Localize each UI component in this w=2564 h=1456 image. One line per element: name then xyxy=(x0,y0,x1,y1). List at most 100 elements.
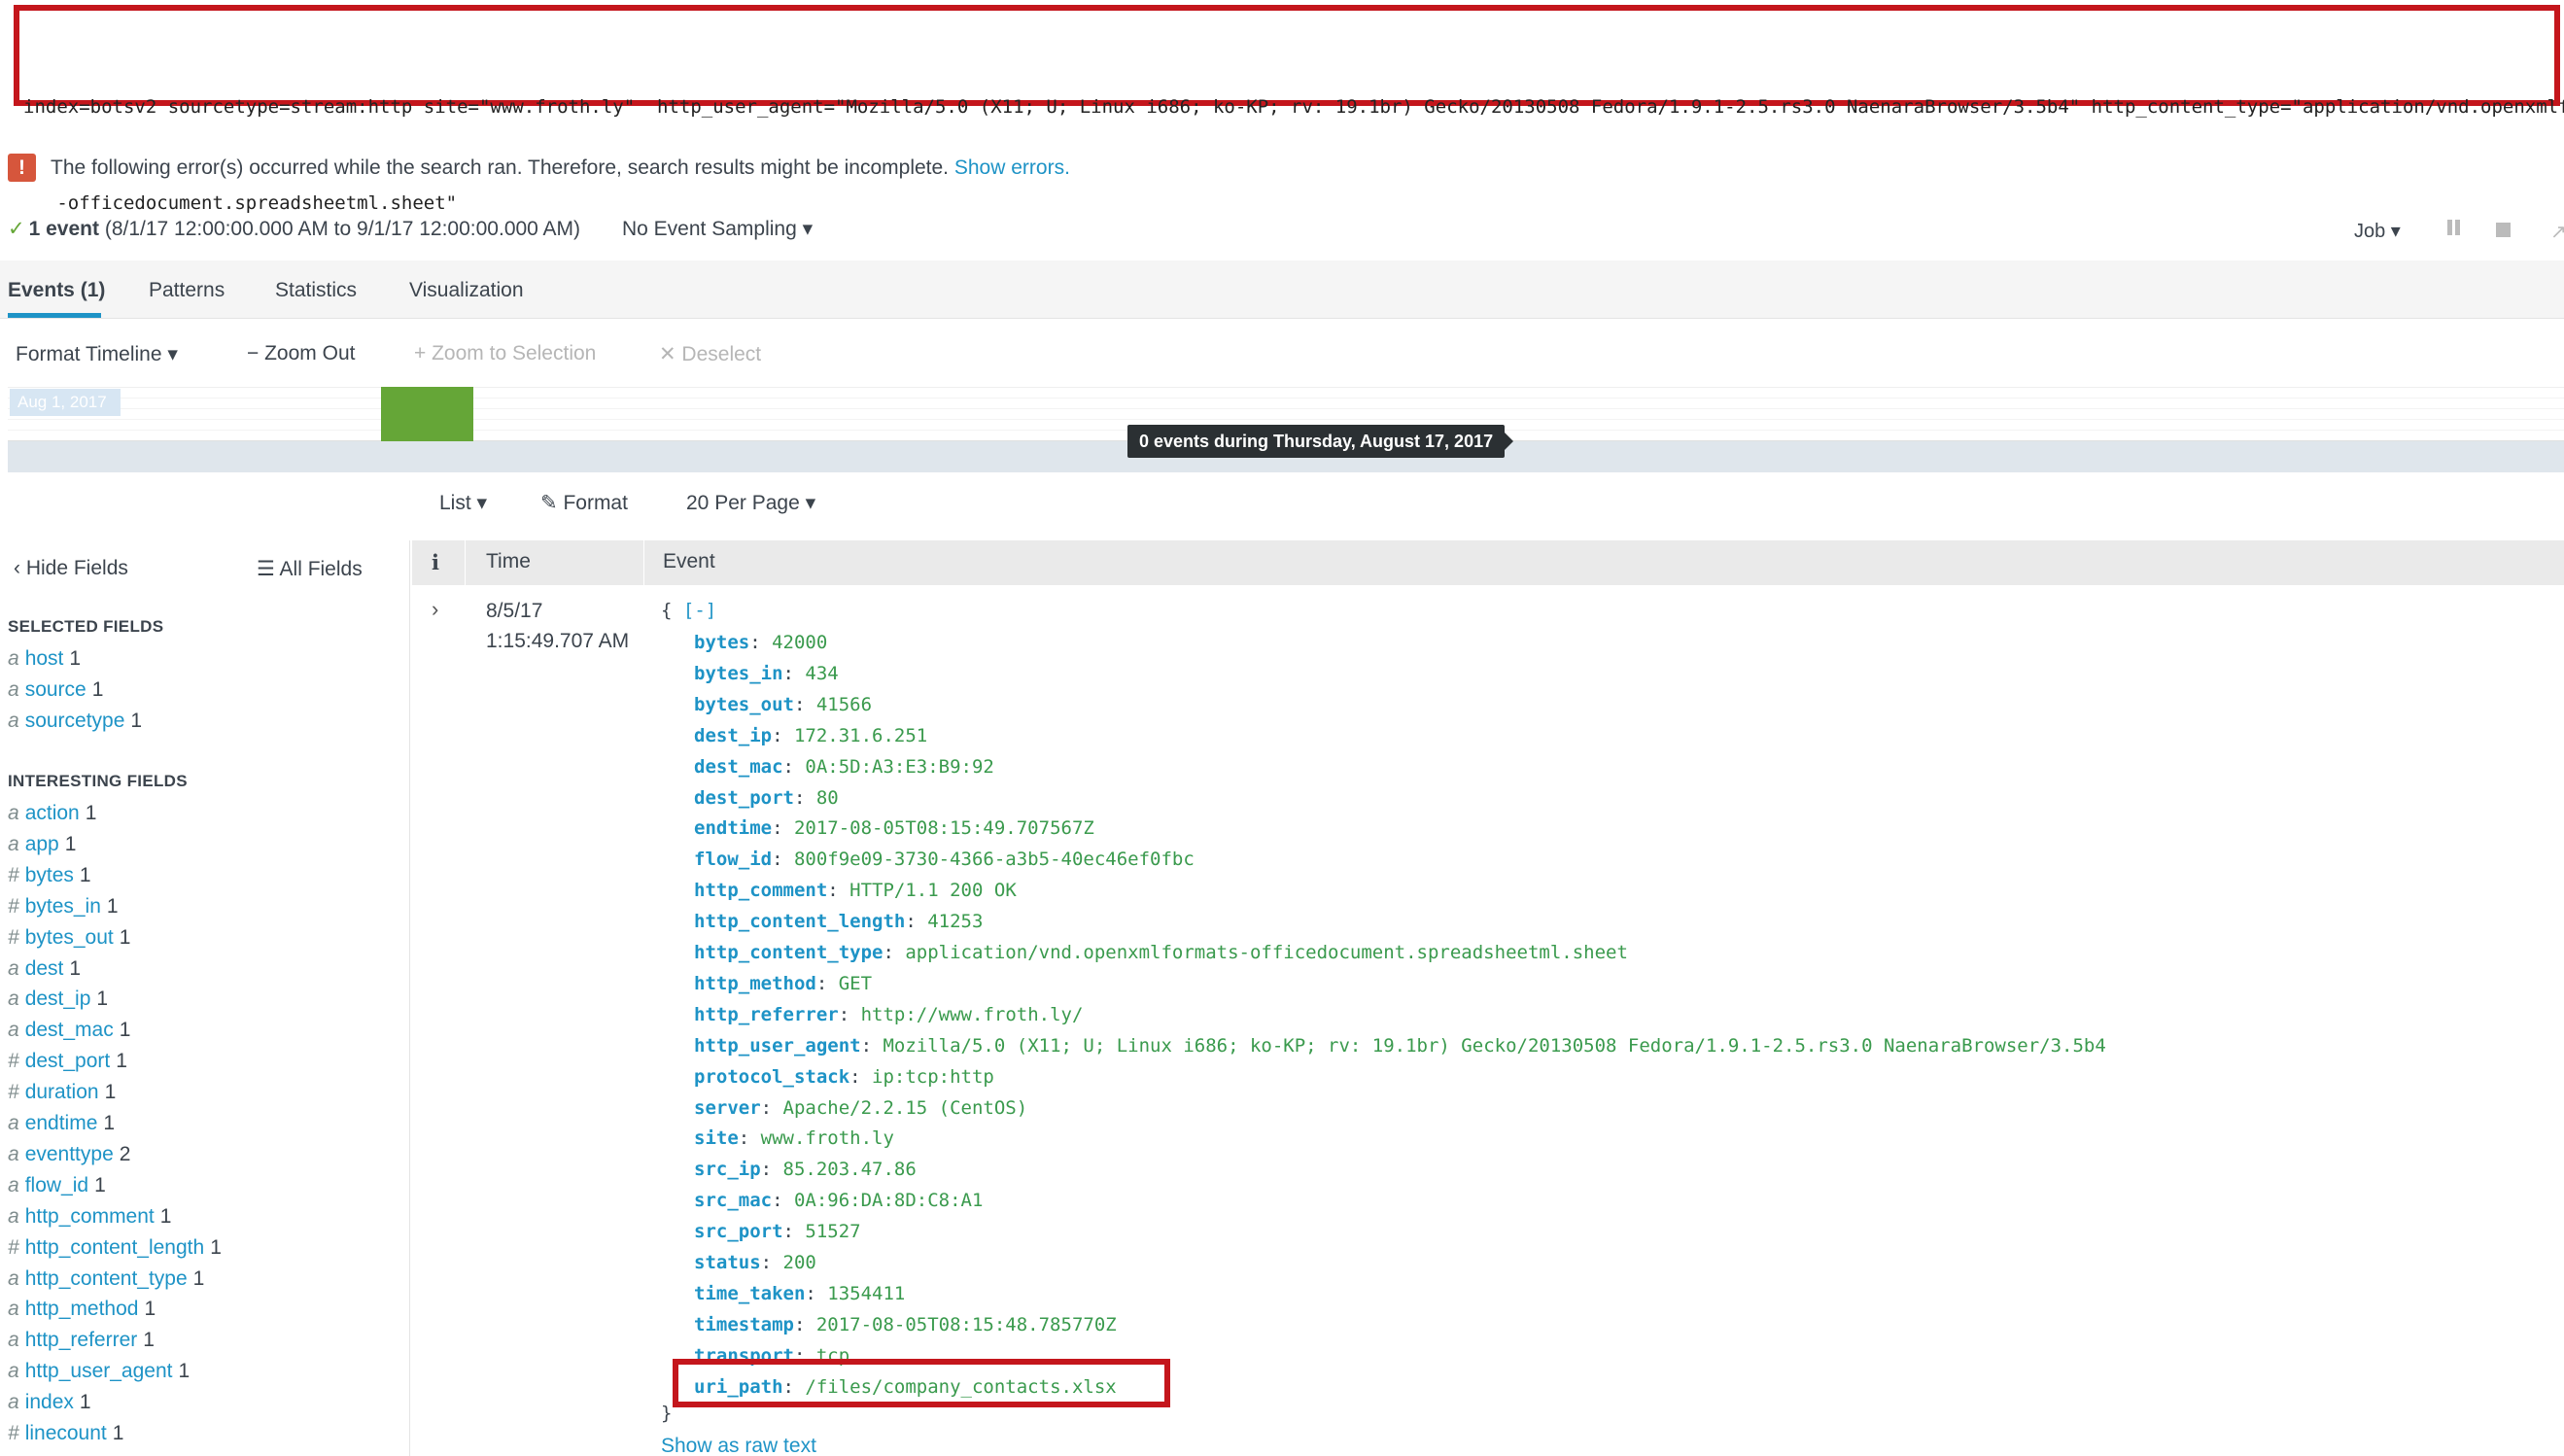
field-value[interactable]: 41253 xyxy=(927,911,983,932)
field-key[interactable]: time_taken xyxy=(694,1283,805,1304)
field-value[interactable]: 2017-08-05T08:15:49.707567Z xyxy=(794,817,1094,839)
field-item[interactable]: # linecount 1 xyxy=(8,1418,123,1449)
field-item[interactable]: a http_user_agent 1 xyxy=(8,1356,190,1387)
event-field-http-user-agent: http_user_agent: Mozilla/5.0 (X11; U; Li… xyxy=(694,1030,2106,1061)
timeline-bar[interactable] xyxy=(381,387,473,441)
tab-statistics[interactable]: Statistics xyxy=(275,279,357,302)
field-item[interactable]: # bytes 1 xyxy=(8,860,91,891)
field-key[interactable]: protocol_stack xyxy=(694,1066,849,1088)
field-value[interactable]: 0A:96:DA:8D:C8:A1 xyxy=(794,1190,983,1211)
field-item[interactable]: a source 1 xyxy=(8,675,103,706)
show-raw-text-link[interactable]: Show as raw text xyxy=(661,1435,816,1456)
field-item[interactable]: a dest_ip 1 xyxy=(8,984,108,1015)
all-fields-button[interactable]: ☰ All Fields xyxy=(257,557,363,581)
field-item[interactable]: # dest_port 1 xyxy=(8,1046,127,1077)
field-value[interactable]: 434 xyxy=(805,663,838,684)
json-collapse-toggle[interactable]: [-] xyxy=(683,600,716,621)
field-value[interactable]: GET xyxy=(839,973,872,994)
field-item[interactable]: a dest 1 xyxy=(8,953,81,985)
field-item[interactable]: a http_referrer 1 xyxy=(8,1325,155,1356)
format-label: Format xyxy=(563,492,628,514)
tab-events[interactable]: Events (1) xyxy=(8,279,105,302)
time-column-header[interactable]: Time xyxy=(486,550,531,573)
field-key[interactable]: http_comment xyxy=(694,880,827,901)
field-value[interactable]: 1354411 xyxy=(827,1283,905,1304)
field-key[interactable]: flow_id xyxy=(694,849,772,870)
field-item[interactable]: a host 1 xyxy=(8,643,81,675)
field-value[interactable]: 0A:5D:A3:E3:B9:92 xyxy=(805,756,993,778)
field-key[interactable]: timestamp xyxy=(694,1314,794,1335)
field-item[interactable]: a index 1 xyxy=(8,1387,91,1418)
field-key[interactable]: endtime xyxy=(694,817,772,839)
show-errors-link[interactable]: Show errors. xyxy=(954,156,1070,179)
field-key[interactable]: src_mac xyxy=(694,1190,772,1211)
zoom-out-button[interactable]: − Zoom Out xyxy=(247,342,355,365)
field-key[interactable]: dest_port xyxy=(694,787,794,809)
field-item[interactable]: # bytes_out 1 xyxy=(8,922,130,953)
field-value[interactable]: 80 xyxy=(816,787,839,809)
field-key[interactable]: bytes_out xyxy=(694,694,794,715)
field-key[interactable]: site xyxy=(694,1127,739,1149)
field-key[interactable]: src_ip xyxy=(694,1159,761,1180)
tab-visualization[interactable]: Visualization xyxy=(409,279,524,302)
field-key[interactable]: http_user_agent xyxy=(694,1035,861,1057)
field-key[interactable]: http_referrer xyxy=(694,1004,839,1025)
field-item[interactable]: a endtime 1 xyxy=(8,1108,115,1139)
field-item[interactable]: # bytes_in 1 xyxy=(8,891,119,922)
deselect-button[interactable]: ✕ Deselect xyxy=(659,342,761,366)
field-value[interactable]: Mozilla/5.0 (X11; U; Linux i686; ko-KP; … xyxy=(883,1035,2105,1057)
field-key[interactable]: status xyxy=(694,1252,761,1273)
field-item[interactable]: a http_content_type 1 xyxy=(8,1264,204,1295)
field-value[interactable]: 42000 xyxy=(772,632,827,653)
event-field-src-ip: src_ip: 85.203.47.86 xyxy=(694,1154,917,1185)
format-timeline-dropdown[interactable]: Format Timeline ▾ xyxy=(16,342,178,366)
format-button[interactable]: ✎ Format xyxy=(540,491,628,515)
field-value[interactable]: HTTP/1.1 200 OK xyxy=(849,880,1017,901)
field-value[interactable]: Apache/2.2.15 (CentOS) xyxy=(783,1097,1028,1119)
field-key[interactable]: server xyxy=(694,1097,761,1119)
field-item[interactable]: # http_content_length 1 xyxy=(8,1232,222,1264)
event-count: 1 event xyxy=(28,218,99,240)
field-value[interactable]: 200 xyxy=(783,1252,816,1273)
field-key[interactable]: bytes_in xyxy=(694,663,783,684)
field-value[interactable]: 172.31.6.251 xyxy=(794,725,927,746)
field-value[interactable]: 41566 xyxy=(816,694,872,715)
field-key[interactable]: http_method xyxy=(694,973,816,994)
field-item[interactable]: a action 1 xyxy=(8,798,96,829)
field-item[interactable]: a flow_id 1 xyxy=(8,1170,106,1201)
field-value[interactable]: ip:tcp:http xyxy=(872,1066,994,1088)
share-icon[interactable]: ↗ xyxy=(2550,220,2564,244)
field-key[interactable]: dest_ip xyxy=(694,725,772,746)
field-item[interactable]: a sourcetype 1 xyxy=(8,706,142,737)
field-item[interactable]: a http_method 1 xyxy=(8,1294,156,1325)
job-menu[interactable]: Job ▾ xyxy=(2354,219,2401,243)
field-value[interactable]: application/vnd.openxmlformats-officedoc… xyxy=(905,942,1628,963)
field-type-icon: a xyxy=(8,1204,19,1228)
field-name: bytes xyxy=(24,863,74,886)
event-sampling-dropdown[interactable]: No Event Sampling ▾ xyxy=(622,217,813,241)
field-value[interactable]: www.froth.ly xyxy=(761,1127,894,1149)
field-key[interactable]: http_content_length xyxy=(694,911,905,932)
field-value[interactable]: 2017-08-05T08:15:48.785770Z xyxy=(816,1314,1117,1335)
field-item[interactable]: a http_comment 1 xyxy=(8,1201,171,1232)
field-value[interactable]: 85.203.47.86 xyxy=(783,1159,917,1180)
field-key[interactable]: http_content_type xyxy=(694,942,883,963)
expand-row-icon[interactable]: › xyxy=(432,597,438,622)
field-item[interactable]: a dest_mac 1 xyxy=(8,1015,130,1046)
field-key[interactable]: dest_mac xyxy=(694,756,783,778)
field-key[interactable]: src_port xyxy=(694,1221,783,1242)
tab-patterns[interactable]: Patterns xyxy=(149,279,225,302)
field-key[interactable]: bytes xyxy=(694,632,749,653)
field-value[interactable]: http://www.froth.ly/ xyxy=(861,1004,1084,1025)
field-item[interactable]: a eventtype 2 xyxy=(8,1139,130,1170)
field-item[interactable]: # duration 1 xyxy=(8,1077,116,1108)
field-value[interactable]: 51527 xyxy=(805,1221,860,1242)
hide-fields-button[interactable]: ‹ Hide Fields xyxy=(14,557,128,580)
field-value[interactable]: 800f9e09-3730-4366-a3b5-40ec46ef0fbc xyxy=(794,849,1195,870)
per-page-dropdown[interactable]: 20 Per Page ▾ xyxy=(686,491,815,515)
stop-icon[interactable] xyxy=(2496,223,2511,237)
list-view-dropdown[interactable]: List ▾ xyxy=(439,491,487,515)
pause-icon[interactable] xyxy=(2447,220,2463,237)
zoom-to-selection-button[interactable]: + Zoom to Selection xyxy=(414,342,596,365)
field-item[interactable]: a app 1 xyxy=(8,829,76,860)
